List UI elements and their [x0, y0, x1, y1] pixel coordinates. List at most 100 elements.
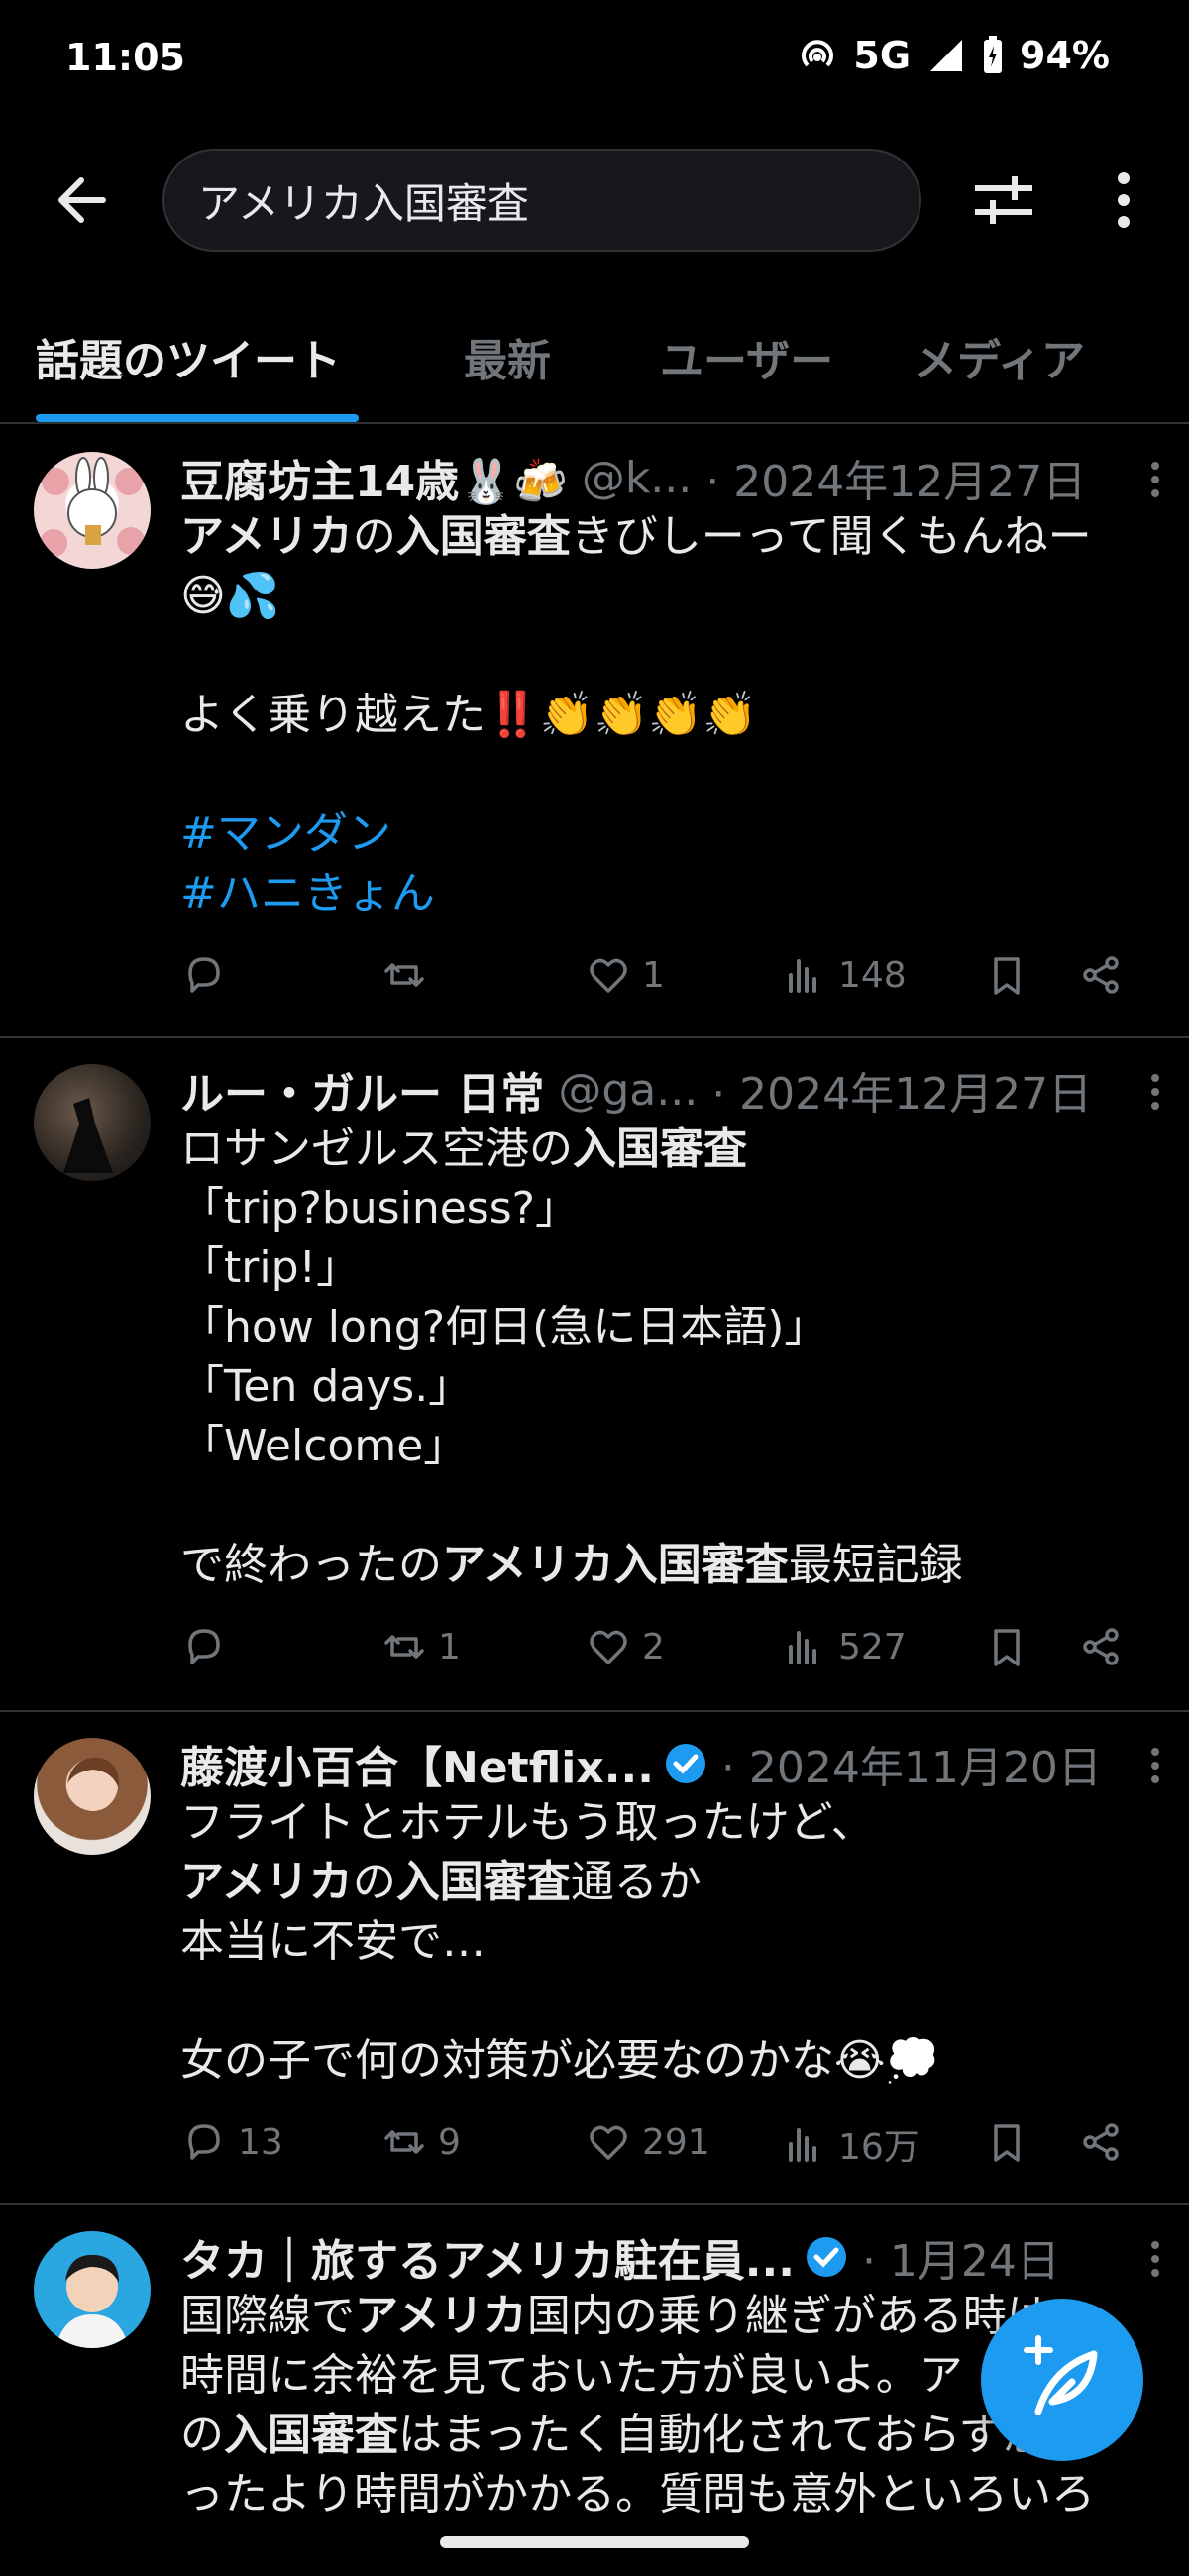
tweet-date[interactable]: · 2024年12月27日: [711, 1058, 1092, 1122]
tweet-text-segment: 「trip!」: [180, 1242, 361, 1293]
tweet-date[interactable]: · 1月24日: [862, 2225, 1060, 2289]
share-button[interactable]: [1078, 1623, 1126, 1670]
tweet-text-segment: 入国審査: [573, 1124, 747, 1174]
tweet-text-segment: 😅💦: [180, 571, 280, 621]
like-count: 1: [642, 954, 665, 996]
like-button[interactable]: 1: [585, 951, 665, 999]
tweet-text-segment: の: [180, 2410, 224, 2460]
tweet-actions: 1 2 527: [180, 1623, 1132, 1682]
tweet-line: フライトとホテルもう取ったけど、: [180, 1793, 1151, 1853]
display-name[interactable]: 藤渡小百合【Netflix...: [180, 1732, 654, 1795]
share-icon: [1083, 1628, 1119, 1665]
user-handle[interactable]: @ga...: [558, 1065, 698, 1116]
views-count: 527: [838, 1626, 907, 1667]
back-arrow-icon[interactable]: [52, 170, 111, 230]
tweet-line: #ハニきょん: [180, 864, 1151, 923]
user-handle[interactable]: @k...: [582, 453, 692, 503]
hashtag-link[interactable]: #ハニきょん: [180, 868, 435, 918]
filter-icon[interactable]: [971, 170, 1036, 230]
search-input[interactable]: アメリカ入国審査: [162, 149, 921, 252]
retweet-button[interactable]: [380, 951, 438, 999]
tweet-date[interactable]: · 2024年11月20日: [721, 1732, 1102, 1795]
tweet[interactable]: 藤渡小百合【Netflix... · 2024年11月20日 フライトとホテルも…: [0, 1710, 1189, 2205]
tweet-text-segment: アメリカ: [180, 511, 353, 562]
retweet-button[interactable]: 9: [380, 2118, 461, 2166]
retweet-count: 1: [438, 1626, 461, 1667]
tweet[interactable]: ルー・ガルー 日常 @ga... · 2024年12月27日 ロサンゼルス空港の…: [0, 1036, 1189, 1712]
bookmark-icon: [994, 957, 1020, 995]
tweet-line: ロサンゼルス空港の入国審査: [180, 1120, 1151, 1179]
tweet-menu-icon[interactable]: [1145, 1746, 1165, 1785]
status-right: 5G 94%: [798, 34, 1110, 77]
tab-latest[interactable]: 最新: [464, 325, 551, 388]
tweet-text-segment: アメリカ: [355, 2291, 527, 2341]
like-count: 291: [642, 2121, 710, 2163]
tweet-header: 藤渡小百合【Netflix... · 2024年11月20日: [180, 1734, 1149, 1793]
display-name[interactable]: タカ｜旅するアメリカ駐在員...: [180, 2225, 795, 2289]
tab-top[interactable]: 話題のツイート: [36, 325, 341, 388]
bookmark-button[interactable]: [983, 2118, 1030, 2166]
views-icon: [789, 2128, 816, 2162]
avatar[interactable]: [34, 2231, 151, 2348]
display-name[interactable]: ルー・ガルー 日常: [180, 1058, 544, 1122]
tweet-date[interactable]: · 2024年12月27日: [705, 446, 1086, 509]
tweet-text-segment: 時間に余裕を見ておいた方が良いよ。ア: [180, 2350, 963, 2401]
reply-icon: [188, 1629, 220, 1664]
tweet-text-segment: 入国審査: [395, 511, 571, 562]
tweet-menu-icon[interactable]: [1145, 2239, 1165, 2279]
bookmark-icon: [994, 1629, 1020, 1666]
views-button[interactable]: 16万: [781, 2118, 919, 2170]
battery-level: 94%: [1020, 34, 1110, 77]
avatar[interactable]: [34, 1738, 151, 1855]
tab-media[interactable]: メディア: [914, 325, 1085, 388]
tweet[interactable]: 豆腐坊主14歳🐰🍻 @k... · 2024年12月27日 アメリカの入国審査き…: [0, 424, 1189, 1038]
tweet-line: 「trip!」: [180, 1238, 1151, 1298]
compose-tweet-button[interactable]: [981, 2299, 1143, 2461]
tweet-line: 「trip?business?」: [180, 1179, 1151, 1238]
share-button[interactable]: [1078, 951, 1126, 999]
retweet-button[interactable]: 1: [380, 1623, 461, 1670]
compose-plus-feather-icon: [1024, 2335, 1098, 2415]
avatar[interactable]: [34, 1064, 151, 1181]
tweet-text-segment: 入国審査: [395, 1857, 571, 1907]
tweet-text: フライトとホテルもう取ったけど、 アメリカの入国審査通るか 本当に不安で… 女の子で何…: [180, 1793, 1151, 2091]
tweet-actions: 13 9 291 16万: [180, 2118, 1132, 2178]
tweet-text-segment: の: [352, 1857, 396, 1907]
retweet-icon: [384, 963, 424, 987]
signal-icon: [930, 40, 963, 71]
display-name[interactable]: 豆腐坊主14歳🐰🍻: [180, 446, 568, 509]
tweet-line: #マンダン: [180, 805, 1151, 864]
tweet-line: [180, 745, 1151, 805]
tweet-text-segment: ロサンゼルス空港の: [180, 1124, 573, 1174]
views-button[interactable]: 527: [781, 1623, 907, 1670]
tweet-text-segment: きびしーって聞くもんねー: [570, 511, 1092, 562]
tweet-header: タカ｜旅するアメリカ駐在員... · 1月24日: [180, 2227, 1149, 2287]
tweet-menu-icon[interactable]: [1145, 460, 1165, 499]
tweet-line: [180, 626, 1151, 686]
share-icon: [1083, 956, 1119, 994]
tweet-menu-icon[interactable]: [1145, 1072, 1165, 1112]
search-header: アメリカ入国審査: [0, 149, 1189, 252]
like-button[interactable]: 291: [585, 2118, 710, 2166]
share-button[interactable]: [1078, 2118, 1126, 2166]
hashtag-link[interactable]: #マンダン: [180, 808, 391, 859]
tweet-line: 女の子で何の対策が必要なのかな😭💭: [180, 2031, 1151, 2091]
tweet-text-segment: フライトとホテルもう取ったけど、: [180, 1797, 875, 1848]
like-button[interactable]: 2: [585, 1623, 665, 1670]
tweet-text-segment: よく乗り越えた‼️👏👏👏👏: [180, 690, 757, 740]
reply-button[interactable]: [180, 951, 238, 999]
views-button[interactable]: 148: [781, 951, 907, 999]
tweet-line: [180, 1972, 1151, 2031]
tweet-line: ったより時間がかかる。質問も意外といろいろ: [180, 2465, 1151, 2524]
reply-button[interactable]: 13: [180, 2118, 283, 2166]
tweet-text-segment: 通るか: [570, 1857, 702, 1907]
bookmark-button[interactable]: [983, 1623, 1030, 1670]
bookmark-button[interactable]: [983, 951, 1030, 999]
network-label: 5G: [853, 34, 912, 77]
more-options-icon[interactable]: [1100, 166, 1147, 234]
avatar[interactable]: [34, 452, 151, 569]
tab-users[interactable]: ユーザー: [660, 325, 833, 388]
reply-button[interactable]: [180, 1623, 238, 1670]
tweet-header: 豆腐坊主14歳🐰🍻 @k... · 2024年12月27日: [180, 446, 1149, 509]
gesture-bar[interactable]: [440, 2536, 749, 2548]
